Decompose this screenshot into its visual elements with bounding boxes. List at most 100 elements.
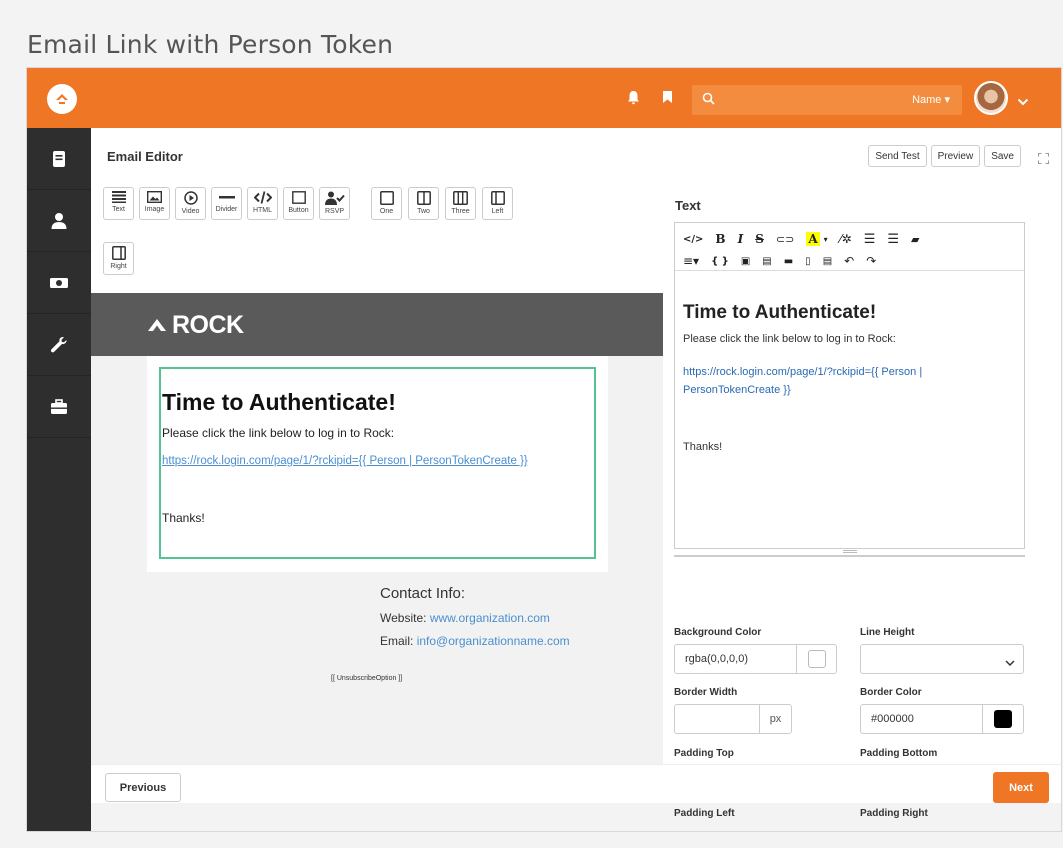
border-width-unit: px: [760, 704, 792, 734]
properties-label: Text: [675, 198, 701, 213]
resize-handle[interactable]: [843, 550, 857, 553]
two-column-icon: [416, 191, 431, 205]
rock-logo: ROCK: [146, 311, 244, 340]
sidebar-item-tools[interactable]: [27, 314, 91, 376]
component-rsvp[interactable]: RSVP: [319, 187, 350, 220]
email-paragraph: Please click the link below to log in to…: [162, 426, 395, 440]
contact-email: Email: info@organizationname.com: [380, 634, 570, 648]
wrench-icon: [50, 336, 67, 352]
contact-website: Website: www.organization.com: [380, 611, 550, 625]
padding-right-label: Padding Right: [860, 808, 928, 819]
rich-text-editor[interactable]: </> B I S ⊂⊃ A ▾ ⁄✲ ☰ ☰ ▰ ≡▾ {} ▣ ▤ ▬ ▯…: [674, 222, 1025, 549]
editor-heading: Time to Authenticate!: [683, 302, 877, 323]
sidebar-item-finance[interactable]: [27, 252, 91, 314]
chevron-down-icon[interactable]: [1017, 93, 1029, 111]
email-thanks: Thanks!: [162, 511, 205, 525]
preview-button[interactable]: Preview: [930, 145, 981, 167]
component-divider[interactable]: Divider: [211, 187, 242, 220]
bold-icon[interactable]: B: [715, 232, 725, 246]
sidebar-item-document[interactable]: [27, 128, 91, 190]
layout-one[interactable]: One: [371, 187, 402, 220]
avatar[interactable]: [974, 81, 1008, 115]
chevron-down-icon[interactable]: ▾: [824, 235, 828, 244]
layout-right[interactable]: Right: [103, 242, 134, 275]
search-type-dropdown[interactable]: Name ▾: [912, 93, 950, 106]
properties-panel: Text </> B I S ⊂⊃ A ▾ ⁄✲ ☰ ☰ ▰ ≡▾ {} ▣ …: [663, 187, 1061, 819]
fullscreen-icon[interactable]: [1038, 151, 1049, 169]
selected-text-block[interactable]: Time to Authenticate! Please click the l…: [159, 367, 596, 559]
border-color-input[interactable]: #000000: [860, 704, 983, 734]
save-button[interactable]: Save: [984, 145, 1021, 167]
app-window: Name ▾ Email Editor Send Test Preview Sa…: [26, 67, 1062, 832]
search-icon: [702, 92, 715, 110]
divider-icon: [218, 196, 235, 199]
strikethrough-icon[interactable]: S: [755, 232, 764, 246]
money-icon: [50, 277, 68, 288]
bell-icon[interactable]: [625, 88, 641, 106]
unsubscribe-option: [[ UnsubscribeOption ]]: [331, 675, 403, 682]
component-image[interactable]: Image: [139, 187, 170, 220]
page-title: Email Link with Person Token: [27, 30, 394, 59]
editor-link[interactable]: https://rock.login.com/page/1/?rckipid={…: [683, 363, 993, 399]
layout-three[interactable]: Three: [445, 187, 476, 220]
editor-toolbar: </> B I S ⊂⊃ A ▾ ⁄✲ ☰ ☰ ▰ ≡▾ {} ▣ ▤ ▬ ▯…: [675, 223, 1024, 271]
layout-two[interactable]: Two: [408, 187, 439, 220]
border-width-label: Border Width: [674, 687, 738, 698]
email-canvas: ROCK Time to Authenticate! Please click …: [91, 293, 663, 803]
editor-content[interactable]: Time to Authenticate! Please click the l…: [675, 271, 1024, 453]
component-text[interactable]: Text: [103, 187, 134, 220]
redo-icon[interactable]: ↷: [866, 254, 876, 268]
ordered-list-icon[interactable]: ☰: [887, 232, 899, 247]
website-link[interactable]: www.organization.com: [430, 611, 550, 625]
image-icon: [147, 191, 162, 203]
component-video[interactable]: Video: [175, 187, 206, 220]
border-color-swatch-wrap[interactable]: [983, 704, 1024, 734]
next-button[interactable]: Next: [993, 772, 1049, 803]
component-button[interactable]: Button: [283, 187, 314, 220]
merge-field-icon[interactable]: { }: [711, 256, 729, 267]
unordered-list-icon[interactable]: ☰: [864, 232, 876, 247]
paste-icon[interactable]: ▯: [805, 256, 811, 267]
align-icon[interactable]: ≡▾: [683, 254, 699, 268]
font-color-icon[interactable]: A: [806, 232, 820, 246]
background-color-swatch-wrap[interactable]: [797, 644, 837, 674]
line-height-label: Line Height: [860, 627, 915, 638]
color-swatch[interactable]: [994, 710, 1012, 728]
image-icon[interactable]: ▣: [741, 256, 750, 267]
sidebar-item-admin[interactable]: [27, 376, 91, 438]
color-swatch[interactable]: [807, 650, 826, 668]
three-column-icon: [453, 191, 468, 205]
italic-icon[interactable]: I: [738, 232, 744, 246]
sidebar-item-people[interactable]: [27, 190, 91, 252]
undo-icon[interactable]: ↶: [844, 254, 854, 268]
rock-logo-icon[interactable]: [47, 84, 77, 114]
bookmark-icon[interactable]: [659, 88, 675, 106]
border-color-label: Border Color: [860, 687, 922, 698]
previous-button[interactable]: Previous: [105, 773, 181, 802]
magic-wand-icon[interactable]: ⁄✲: [840, 232, 852, 246]
resize-divider: [674, 555, 1025, 557]
eraser-icon[interactable]: ▰: [911, 233, 919, 246]
line-height-select[interactable]: [860, 644, 1024, 674]
link-icon[interactable]: ⊂⊃: [776, 233, 794, 246]
padding-bottom-label: Padding Bottom: [860, 748, 938, 759]
background-color-input[interactable]: rgba(0,0,0,0): [674, 644, 797, 674]
email-login-link[interactable]: https://rock.login.com/page/1/?rckipid={…: [162, 455, 594, 467]
editor-paragraph: Please click the link below to log in to…: [683, 333, 896, 345]
search-field[interactable]: Name ▾: [692, 85, 962, 115]
contact-info: Contact Info: Website: www.organization.…: [380, 585, 570, 648]
file-icon[interactable]: ▤: [762, 256, 771, 267]
send-test-button[interactable]: Send Test: [868, 145, 927, 167]
padding-left-label: Padding Left: [674, 808, 735, 819]
border-width-input[interactable]: [674, 704, 760, 734]
background-color-label: Background Color: [674, 627, 762, 638]
component-html[interactable]: HTML: [247, 187, 278, 220]
folder-icon[interactable]: ▬: [784, 256, 793, 267]
email-editor-panel: Email Editor Send Test Preview Save Text…: [91, 128, 1061, 819]
email-link[interactable]: info@organizationname.com: [417, 634, 570, 648]
paste-text-icon[interactable]: ▤: [823, 256, 832, 267]
square-icon: [291, 191, 306, 204]
code-view-icon[interactable]: </>: [683, 234, 703, 245]
code-icon: [253, 191, 272, 204]
layout-left[interactable]: Left: [482, 187, 513, 220]
